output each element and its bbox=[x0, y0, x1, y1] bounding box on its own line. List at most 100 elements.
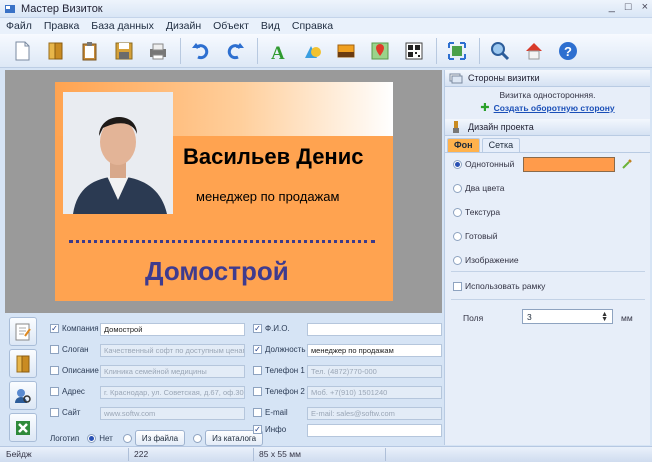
add-text-button[interactable]: A bbox=[264, 37, 292, 65]
address-input[interactable]: г. Краснодар, ул. Советская, д.67, оф.30… bbox=[100, 386, 245, 399]
site-input[interactable]: www.softw.com bbox=[100, 407, 245, 420]
maximize-button[interactable]: □ bbox=[625, 1, 632, 13]
home-button[interactable] bbox=[520, 37, 548, 65]
menu-file[interactable]: Файл bbox=[6, 20, 32, 32]
menu-database[interactable]: База данных bbox=[91, 20, 154, 32]
phone2-input[interactable]: Моб. +7(910) 1501240 bbox=[307, 386, 442, 399]
option-texture[interactable]: Текстура bbox=[453, 207, 500, 217]
address-row: Адрес bbox=[50, 387, 85, 396]
phone1-input[interactable]: Тел. (4872)770-000 bbox=[307, 365, 442, 378]
email-checkbox[interactable] bbox=[253, 408, 262, 417]
print-button[interactable] bbox=[144, 37, 172, 65]
design-canvas[interactable]: Васильев Денис менеджер по продажам Домо… bbox=[5, 70, 442, 313]
margins-spinbox[interactable]: 3 ▲ ▼ bbox=[522, 309, 613, 324]
info-checkbox[interactable]: ✓ bbox=[253, 425, 262, 434]
logo-catalog-radio[interactable] bbox=[193, 433, 203, 443]
logo-none-label: Нет bbox=[99, 433, 113, 443]
menu-help[interactable]: Справка bbox=[292, 20, 333, 32]
tab-background[interactable]: Фон bbox=[447, 138, 480, 152]
menu-design[interactable]: Дизайн bbox=[166, 20, 201, 32]
logo-from-file-button[interactable]: Из файла bbox=[134, 430, 186, 446]
edit-fields-button[interactable] bbox=[9, 317, 37, 346]
description-checkbox[interactable] bbox=[50, 366, 59, 375]
tab-grid[interactable]: Сетка bbox=[481, 138, 521, 152]
title-bar: Мастер Визиток _ □ × bbox=[0, 0, 652, 18]
new-file-button[interactable] bbox=[8, 37, 36, 65]
create-back-side-link[interactable]: Создать оборотную сторону bbox=[494, 103, 615, 113]
properties-panel: Стороны визитки Визитка односторонняя. ✚… bbox=[444, 70, 650, 445]
site-checkbox[interactable] bbox=[50, 408, 59, 417]
card-dotted-line[interactable] bbox=[69, 240, 375, 243]
image-label: Изображение bbox=[465, 255, 519, 265]
job-row: ✓ Должность bbox=[253, 345, 306, 354]
option-ready[interactable]: Готовый bbox=[453, 231, 497, 241]
preview-button[interactable] bbox=[486, 37, 514, 65]
card-name[interactable]: Васильев Денис bbox=[183, 144, 363, 170]
option-solid[interactable]: Однотонный bbox=[453, 159, 514, 169]
undo-button[interactable] bbox=[187, 37, 215, 65]
job-checkbox[interactable]: ✓ bbox=[253, 345, 262, 354]
slogan-input[interactable]: Качественный софт по доступным ценам bbox=[100, 344, 245, 357]
side-buttons bbox=[9, 317, 39, 445]
add-map-button[interactable] bbox=[366, 37, 394, 65]
toolbar-separator bbox=[180, 37, 181, 64]
slogan-label: Слоган bbox=[62, 345, 89, 354]
menu-bar: Файл Правка База данных Дизайн Объект Ви… bbox=[0, 18, 652, 34]
import-excel-button[interactable] bbox=[9, 413, 37, 442]
company-input[interactable]: Домострой bbox=[100, 323, 245, 336]
ready-radio[interactable] bbox=[453, 231, 462, 241]
option-two-colors[interactable]: Два цвета bbox=[453, 183, 505, 193]
menu-edit[interactable]: Правка bbox=[44, 20, 79, 32]
business-card[interactable]: Васильев Денис менеджер по продажам Домо… bbox=[55, 82, 393, 301]
print-icon bbox=[150, 43, 166, 59]
save-button[interactable] bbox=[110, 37, 138, 65]
fio-checkbox[interactable]: ✓ bbox=[253, 324, 262, 333]
add-qr-button[interactable] bbox=[400, 37, 428, 65]
add-shape-button[interactable] bbox=[298, 37, 326, 65]
option-image[interactable]: Изображение bbox=[453, 255, 519, 265]
job-input[interactable]: менеджер по продажам bbox=[307, 344, 442, 357]
card-company[interactable]: Домострой bbox=[145, 256, 289, 287]
open-button[interactable] bbox=[42, 37, 70, 65]
minimize-button[interactable]: _ bbox=[609, 1, 615, 13]
company-checkbox[interactable]: ✓ bbox=[50, 324, 59, 333]
company-row: ✓ Компания bbox=[50, 324, 99, 333]
search-contacts-button[interactable] bbox=[9, 381, 37, 410]
info-input[interactable] bbox=[307, 424, 442, 437]
sides-section-header[interactable]: Стороны визитки bbox=[445, 70, 650, 87]
description-input[interactable]: Клиника семейной медицины bbox=[100, 365, 245, 378]
status-bar: Бейдж 222 85 x 55 мм bbox=[0, 446, 652, 462]
email-input[interactable]: E-mail: sales@softw.com bbox=[307, 407, 442, 420]
card-photo[interactable] bbox=[63, 92, 173, 214]
paste-button[interactable] bbox=[76, 37, 104, 65]
open-template-button[interactable] bbox=[9, 349, 37, 378]
texture-radio[interactable] bbox=[453, 207, 462, 217]
card-position[interactable]: менеджер по продажам bbox=[196, 189, 339, 204]
add-image-button[interactable] bbox=[332, 37, 360, 65]
address-checkbox[interactable] bbox=[50, 387, 59, 396]
use-frame-row[interactable]: Использовать рамку bbox=[453, 281, 545, 291]
fit-button[interactable] bbox=[443, 37, 471, 65]
fio-input[interactable] bbox=[307, 323, 442, 336]
phone2-checkbox[interactable] bbox=[253, 387, 262, 396]
color-swatch[interactable] bbox=[523, 157, 615, 172]
spin-arrows-icon[interactable]: ▲ ▼ bbox=[601, 311, 608, 323]
redo-button[interactable] bbox=[221, 37, 249, 65]
two-colors-radio[interactable] bbox=[453, 183, 462, 193]
divider bbox=[451, 271, 645, 272]
add-icon: ✚ bbox=[480, 102, 490, 114]
phone1-checkbox[interactable] bbox=[253, 366, 262, 375]
menu-view[interactable]: Вид bbox=[261, 20, 280, 32]
design-section-header[interactable]: Дизайн проекта bbox=[445, 119, 650, 136]
design-brush-icon bbox=[453, 121, 459, 133]
logo-file-radio[interactable] bbox=[122, 433, 132, 443]
solid-radio[interactable] bbox=[453, 159, 462, 169]
close-button[interactable]: × bbox=[642, 1, 648, 13]
use-frame-checkbox[interactable] bbox=[453, 281, 462, 291]
menu-object[interactable]: Объект bbox=[213, 20, 249, 32]
eyedropper-icon[interactable] bbox=[621, 158, 633, 170]
help-button[interactable]: ? bbox=[554, 37, 582, 65]
slogan-checkbox[interactable] bbox=[50, 345, 59, 354]
image-radio[interactable] bbox=[453, 255, 462, 265]
logo-none-radio[interactable] bbox=[87, 433, 97, 443]
